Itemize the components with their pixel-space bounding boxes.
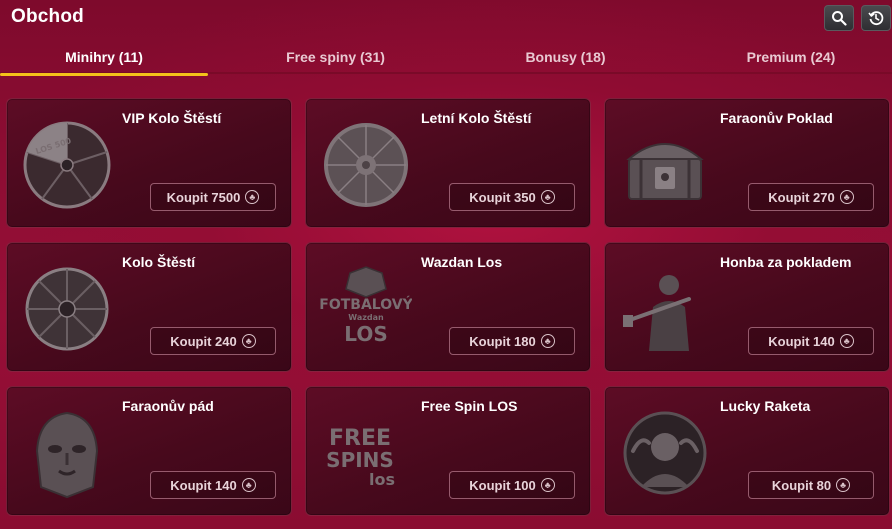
clover-coin-icon: ♣ [540,190,555,204]
buy-button[interactable]: Koupit 240 ♣ [150,327,276,355]
logo-line-3: los [369,470,395,489]
buy-label: Koupit 240 [170,333,237,349]
buy-button[interactable]: Koupit 140 ♣ [150,471,276,499]
item-name: Free Spin LOS [421,398,518,414]
clover-coin-icon: ♣ [839,190,854,204]
logo-line-1: FOTBALOVÝ [320,295,412,313]
item-name: Wazdan Los [421,254,503,270]
logo-line-2: Wazdan [348,313,384,322]
treasure-chest-icon [617,117,713,213]
clover-coin-icon: ♣ [540,334,555,348]
buy-button[interactable]: Koupit 80 ♣ [748,471,874,499]
pharaoh-mask-icon [19,405,115,501]
buy-label: Koupit 80 [771,477,832,493]
shop-item-card[interactable]: FREE SPINS los Free Spin LOS Koupit 100 … [305,386,591,516]
summer-wheel-icon [318,117,414,213]
item-name: Lucky Raketa [720,398,811,414]
shop-item-card[interactable]: LOS 500 VIP Kolo Štěstí Koupit 7500 ♣ [6,98,292,228]
vip-wheel-icon: LOS 500 [19,117,115,213]
shop-item-card[interactable]: Faraonův pád Koupit 140 ♣ [6,386,292,516]
wheel-icon [19,261,115,357]
free-spins-icon: FREE SPINS los [318,405,414,501]
shop-item-card[interactable]: Kolo Štěstí Koupit 240 ♣ [6,242,292,372]
shop-item-card[interactable]: FOTBALOVÝ Wazdan LOS Wazdan Los Koupit 1… [305,242,591,372]
buy-label: Koupit 100 [469,477,536,493]
buy-label: Koupit 140 [768,333,835,349]
treasure-hunter-icon [617,261,713,357]
tab-bonusy[interactable]: Bonusy (18) [463,40,668,74]
buy-button[interactable]: Koupit 180 ♣ [449,327,575,355]
clover-coin-icon: ♣ [836,478,851,492]
search-button[interactable] [824,5,854,31]
item-name: Honba za pokladem [720,254,852,270]
buy-button[interactable]: Koupit 350 ♣ [449,183,575,211]
logo-line-2: SPINS [326,448,394,472]
logo-line-3: LOS [344,322,387,346]
page-title: Obchod [11,6,84,27]
clover-coin-icon: ♣ [241,334,256,348]
clover-coin-icon: ♣ [839,334,854,348]
item-name: Faraonův pád [122,398,214,414]
item-name: Faraonův Poklad [720,110,833,126]
history-button[interactable] [861,5,891,31]
header: Obchod [0,0,892,36]
item-name: Kolo Štěstí [122,254,196,270]
buy-label: Koupit 140 [170,477,237,493]
football-ticket-icon: FOTBALOVÝ Wazdan LOS [318,261,414,357]
tab-minihry[interactable]: Minihry (11) [0,40,208,76]
item-name: Letní Kolo Štěstí [421,110,532,126]
shop-item-card[interactable]: Faraonův Poklad Koupit 270 ♣ [604,98,890,228]
tab-free-spiny[interactable]: Free spiny (31) [229,40,442,74]
lucky-rocket-icon [617,405,713,501]
history-icon [868,11,884,25]
clover-coin-icon: ♣ [245,190,260,204]
buy-label: Koupit 270 [768,189,835,205]
shop-item-card[interactable]: Letní Kolo Štěstí Koupit 350 ♣ [305,98,591,228]
item-name: VIP Kolo Štěstí [122,110,222,126]
buy-button[interactable]: Koupit 140 ♣ [748,327,874,355]
clover-coin-icon: ♣ [540,478,555,492]
shop-item-card[interactable]: Honba za pokladem Koupit 140 ♣ [604,242,890,372]
clover-coin-icon: ♣ [241,478,256,492]
buy-button[interactable]: Koupit 100 ♣ [449,471,575,499]
buy-label: Koupit 350 [469,189,536,205]
buy-button[interactable]: Koupit 7500 ♣ [150,183,276,211]
shop-item-card[interactable]: Lucky Raketa Koupit 80 ♣ [604,386,890,516]
category-tabs: Minihry (11) Free spiny (31) Bonusy (18)… [0,40,892,76]
buy-button[interactable]: Koupit 270 ♣ [748,183,874,211]
search-icon [832,11,847,26]
tab-premium[interactable]: Premium (24) [690,40,892,74]
buy-label: Koupit 180 [469,333,536,349]
buy-label: Koupit 7500 [166,189,241,205]
